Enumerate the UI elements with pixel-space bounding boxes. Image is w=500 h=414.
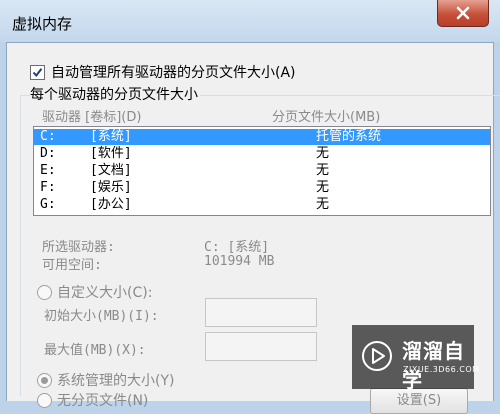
play-logo-icon — [362, 341, 392, 371]
drive-size: 无 — [316, 180, 330, 195]
no-paging-label: 无分页文件(N) — [57, 393, 149, 409]
title-bar: 虚拟内存 — [0, 0, 500, 42]
drive-label: [文档] — [90, 163, 132, 178]
column-header-size: 分页文件大小(MB) — [272, 110, 381, 125]
system-managed-radio[interactable] — [37, 372, 52, 388]
drive-row-d[interactable]: D: [软件] 无 — [34, 146, 490, 162]
drive-row-e[interactable]: E: [文档] 无 — [34, 163, 490, 179]
initial-size-input[interactable] — [205, 298, 317, 327]
drive-label: [办公] — [90, 197, 132, 212]
close-button[interactable] — [437, 0, 489, 27]
custom-size-radio[interactable] — [37, 284, 52, 300]
drive-row-g[interactable]: G: [办公] 无 — [34, 197, 490, 213]
drive-label: [娱乐] — [90, 180, 132, 195]
max-size-input[interactable] — [205, 332, 317, 361]
drive-letter: F: — [40, 180, 56, 195]
selected-drive-value: C: [系统] — [204, 240, 270, 255]
watermark-text: 溜溜自学 — [402, 339, 465, 392]
column-header-drive: 驱动器 [卷标](D) — [42, 110, 142, 125]
drive-row-f[interactable]: F: [娱乐] 无 — [34, 180, 490, 196]
close-icon — [456, 6, 470, 20]
no-paging-radio[interactable] — [37, 392, 52, 408]
drive-size: 无 — [316, 197, 330, 212]
system-managed-label: 系统管理的大小(Y) — [57, 373, 175, 389]
drive-row-c[interactable]: C: [系统] 托管的系统 — [34, 129, 490, 145]
auto-manage-row[interactable]: 自动管理所有驱动器的分页文件大小(A) — [30, 62, 296, 82]
system-managed-option[interactable]: 系统管理的大小(Y) — [37, 370, 174, 390]
window-title: 虚拟内存 — [12, 15, 73, 33]
watermark-subtext: ZIXUE.3D66.COM — [403, 365, 480, 374]
auto-manage-label: 自动管理所有驱动器的分页文件大小(A) — [51, 65, 296, 81]
drive-letter: D: — [40, 146, 56, 161]
free-space-label: 可用空间: — [42, 258, 102, 273]
drive-size: 无 — [316, 146, 330, 161]
drive-size: 无 — [316, 163, 330, 178]
free-space-value: 101994 MB — [204, 254, 275, 269]
drive-label: [软件] — [90, 146, 132, 161]
no-paging-option[interactable]: 无分页文件(N) — [37, 390, 148, 410]
drive-letter: G: — [40, 197, 56, 212]
group-title: 每个驱动器的分页文件大小 — [30, 84, 200, 104]
selected-drive-label: 所选驱动器: — [42, 240, 115, 255]
drive-letter: E: — [40, 163, 56, 178]
initial-size-label: 初始大小(MB)(I): — [44, 309, 159, 324]
drive-size: 托管的系统 — [316, 129, 382, 144]
drive-label: [系统] — [90, 129, 132, 144]
watermark-logo: 溜溜自学 ZIXUE.3D66.COM — [352, 325, 479, 392]
custom-size-label: 自定义大小(C): — [57, 285, 153, 301]
max-size-label: 最大值(MB)(X): — [44, 343, 146, 358]
drive-list[interactable]: C: [系统] 托管的系统 D: [软件] 无 E: [文档] 无 F: [娱乐… — [33, 126, 491, 216]
checkmark-icon — [32, 67, 43, 77]
auto-manage-checkbox[interactable] — [30, 64, 45, 80]
custom-size-option[interactable]: 自定义大小(C): — [37, 282, 152, 302]
drive-letter: C: — [40, 129, 56, 144]
